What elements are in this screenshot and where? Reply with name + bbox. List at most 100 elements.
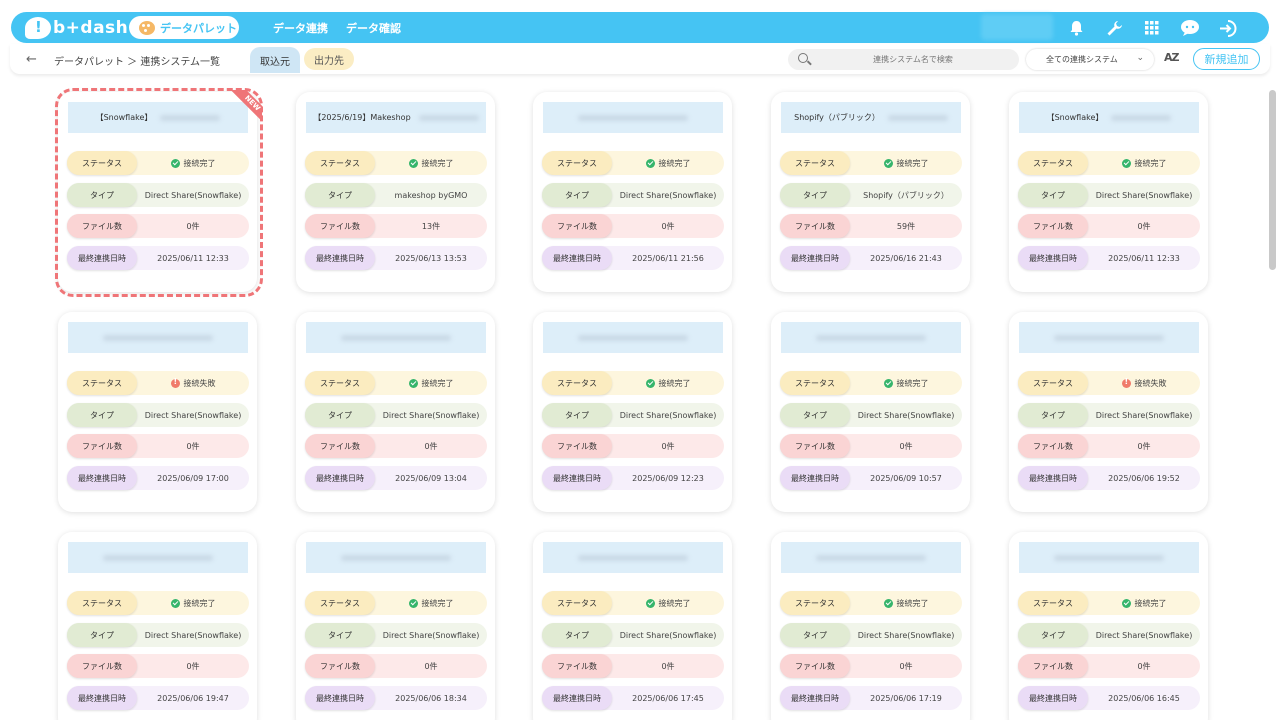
status-label: ステータス [305, 371, 375, 395]
status-label: ステータス [305, 151, 375, 175]
type-label: タイプ [305, 623, 375, 647]
last-sync-value: 2025/06/06 17:19 [870, 693, 942, 703]
wrench-icon[interactable] [1104, 18, 1124, 38]
grid-icon[interactable] [1142, 18, 1162, 38]
back-arrow-icon[interactable]: ← [26, 52, 37, 67]
last-sync-row: 最終連携日時 2025/06/16 21:43 [780, 246, 962, 270]
files-row: ファイル数 0件 [780, 434, 962, 458]
status-label: ステータス [542, 151, 612, 175]
files-label: ファイル数 [67, 434, 137, 458]
system-card[interactable]: ステータス 接続完了 タイプ Direct Share(Snowflake) ファイル数… [58, 532, 257, 720]
search-box [788, 49, 1019, 70]
type-label: タイプ [305, 183, 375, 207]
check-circle-icon [645, 158, 655, 168]
data-palette-button[interactable]: データパレット [129, 16, 239, 39]
status-value: 接続完了 [850, 151, 962, 175]
system-card[interactable]: 【2025/6/19】Makeshop ステータス 接続完了 タイプ makeshop … [296, 92, 495, 292]
palette-icon [139, 20, 155, 35]
system-card[interactable]: Shopify（パブリック） ステータス 接続完了 タイプ Shopify（パブリック）… [771, 92, 970, 292]
status-value: 接続完了 [612, 371, 724, 395]
type-label: タイプ [542, 183, 612, 207]
logout-icon[interactable] [1218, 18, 1238, 38]
system-card[interactable]: ステータス 接続完了 タイプ Direct Share(Snowflake) ファイル数… [771, 312, 970, 512]
files-value: 0件 [661, 221, 675, 231]
type-label: タイプ [305, 403, 375, 427]
redacted-text [103, 554, 213, 561]
logo-text: b+dash [53, 17, 129, 38]
status-value: 接続完了 [612, 591, 724, 615]
sort-az-icon[interactable]: AZ [1164, 51, 1179, 64]
system-card[interactable]: ステータス 接続完了 タイプ Direct Share(Snowflake) ファイル数… [771, 532, 970, 720]
tab-export-target[interactable]: 出力先 [304, 48, 354, 70]
app-logo[interactable]: b+dash [25, 15, 128, 40]
check-circle-icon [1121, 158, 1131, 168]
files-label: ファイル数 [542, 214, 612, 238]
status-text: 接続完了 [658, 378, 691, 388]
search-icon [798, 53, 808, 63]
system-card[interactable]: ステータス 接続完了 タイプ Direct Share(Snowflake) ファイル数… [1009, 532, 1208, 720]
status-value: 接続完了 [375, 371, 487, 395]
add-new-button[interactable]: 新規追加 [1193, 48, 1260, 70]
type-row: タイプ Direct Share(Snowflake) [67, 403, 249, 427]
status-value: 接続失敗 [137, 371, 249, 395]
system-card[interactable]: ステータス 接続完了 タイプ Direct Share(Snowflake) ファイル数… [296, 312, 495, 512]
redacted-text [816, 554, 926, 561]
files-row: ファイル数 0件 [305, 434, 487, 458]
last-sync-row: 最終連携日時 2025/06/11 12:33 [1018, 246, 1200, 270]
check-circle-icon [883, 378, 893, 388]
bell-icon[interactable] [1066, 18, 1086, 38]
status-text: 接続失敗 [183, 378, 216, 388]
last-sync-value: 2025/06/13 13:53 [395, 253, 467, 263]
status-label: ステータス [1018, 371, 1088, 395]
system-card[interactable]: ステータス 接続完了 タイプ Direct Share(Snowflake) ファイル数… [296, 532, 495, 720]
chevron-down-icon: ⌄ [1136, 53, 1144, 63]
files-row: ファイル数 13件 [305, 214, 487, 238]
logo-bubble-icon [25, 16, 51, 39]
status-label: ステータス [67, 591, 137, 615]
files-label: ファイル数 [780, 434, 850, 458]
files-label: ファイル数 [542, 654, 612, 678]
system-card[interactable]: ステータス 接続完了 タイプ Direct Share(Snowflake) ファイル数… [533, 312, 732, 512]
system-filter-select[interactable]: 全ての連携システム ⌄ [1026, 49, 1154, 70]
system-card[interactable]: ステータス 接続完了 タイプ Direct Share(Snowflake) ファイル数… [533, 92, 732, 292]
status-text: 接続完了 [896, 158, 929, 168]
check-circle-icon [645, 598, 655, 608]
type-row: タイプ Direct Share(Snowflake) [780, 623, 962, 647]
files-value: 0件 [1137, 441, 1151, 451]
card-title [68, 322, 248, 353]
status-row: ステータス 接続完了 [780, 591, 962, 615]
type-row: タイプ Shopify（パブリック） [780, 183, 962, 207]
system-card[interactable]: ステータス 接続失敗タイプ Direct Share(Snowflake) ファイル数… [58, 312, 257, 512]
type-value: Direct Share(Snowflake) [144, 410, 242, 420]
status-label: ステータス [542, 371, 612, 395]
last-sync-row: 最終連携日時 2025/06/06 18:34 [305, 686, 487, 710]
files-row: ファイル数 0件 [67, 654, 249, 678]
check-circle-icon [170, 598, 180, 608]
status-label: ステータス [1018, 151, 1088, 175]
check-circle-icon [883, 598, 893, 608]
nav-data-integration[interactable]: データ連携 [273, 20, 328, 36]
card-title: Shopify（パブリック） [781, 102, 961, 133]
status-row: ステータス 接続完了 [1018, 151, 1200, 175]
status-value: 接続完了 [850, 591, 962, 615]
last-sync-value: 2025/06/11 21:56 [632, 253, 704, 263]
system-card[interactable]: ステータス 接続失敗タイプ Direct Share(Snowflake) ファイル数… [1009, 312, 1208, 512]
last-sync-row: 最終連携日時 2025/06/09 10:57 [780, 466, 962, 490]
last-sync-label: 最終連携日時 [305, 686, 375, 710]
system-card[interactable]: ステータス 接続完了 タイプ Direct Share(Snowflake) ファイル数… [533, 532, 732, 720]
redacted-text [1054, 334, 1164, 341]
files-row: ファイル数 0件 [542, 654, 724, 678]
check-circle-icon [408, 598, 418, 608]
tab-import-source[interactable]: 取込元 [250, 47, 300, 73]
type-label: タイプ [67, 403, 137, 427]
type-row: タイプ Direct Share(Snowflake) [542, 183, 724, 207]
card-title [306, 542, 486, 573]
files-row: ファイル数 0件 [542, 434, 724, 458]
nav-data-check[interactable]: データ確認 [346, 20, 401, 36]
last-sync-label: 最終連携日時 [1018, 686, 1088, 710]
last-sync-value: 2025/06/09 13:04 [395, 473, 467, 483]
chat-support-icon[interactable] [1180, 18, 1200, 38]
search-input[interactable] [818, 49, 1008, 70]
scrollbar[interactable] [1269, 90, 1276, 270]
system-card[interactable]: 【Snowflake】 ステータス 接続完了 タイプ Direct Share(Snow… [1009, 92, 1208, 292]
